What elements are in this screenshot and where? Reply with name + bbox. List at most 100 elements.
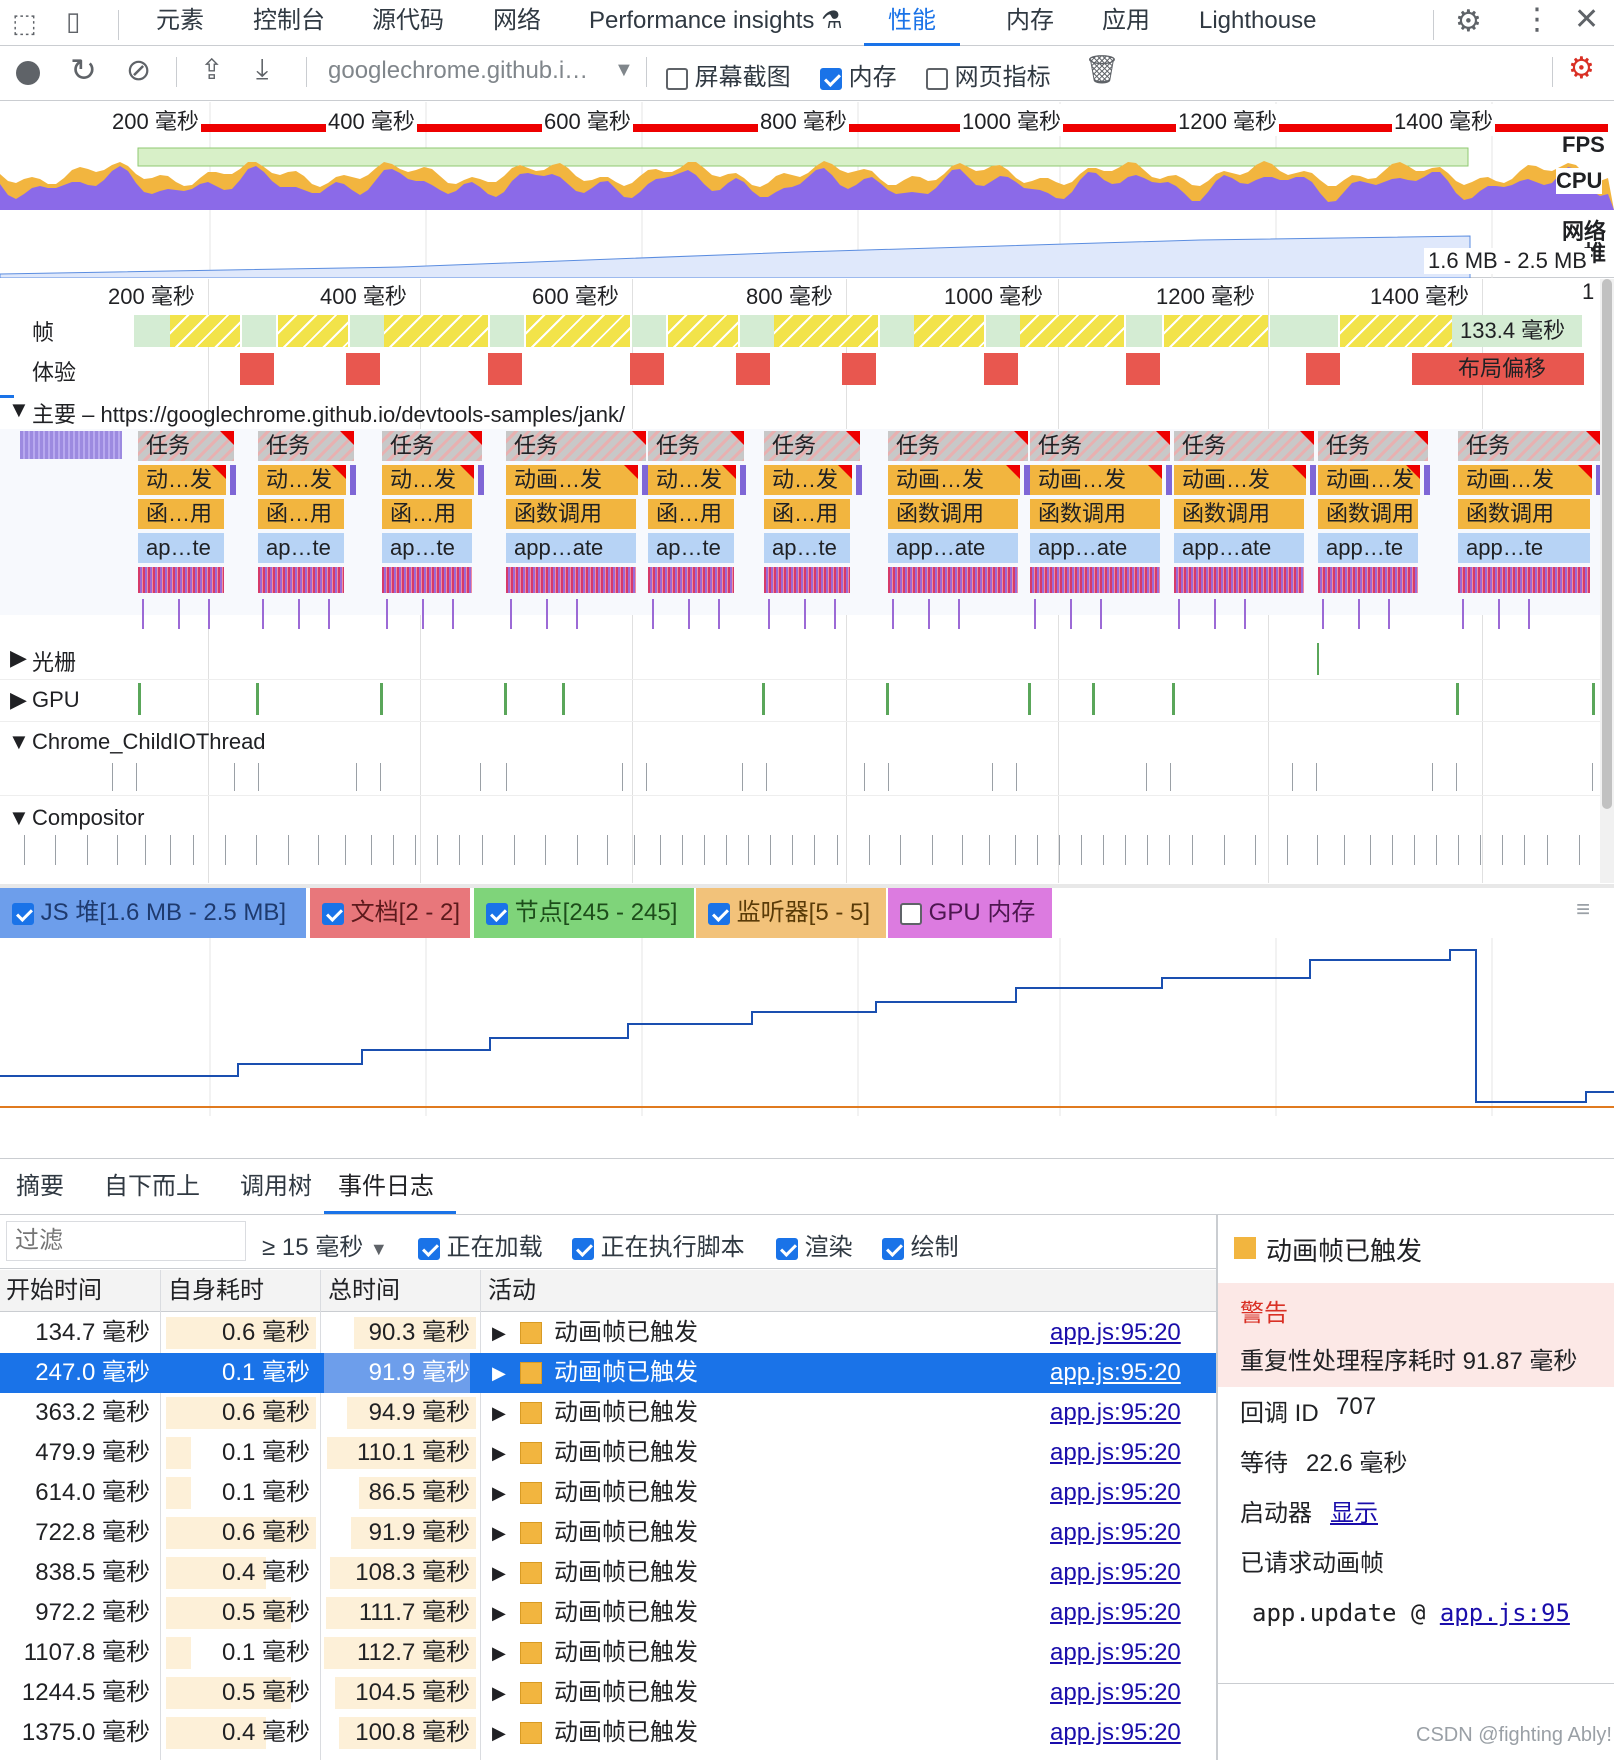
- tab-elements[interactable]: 元素: [156, 0, 204, 46]
- table-row[interactable]: 614.0 毫秒 0.1 毫秒 86.5 毫秒 ▶ 动画帧已触发 app.js:95:20: [0, 1473, 1216, 1513]
- tab-summary[interactable]: 摘要: [16, 1166, 64, 1201]
- compositor-event[interactable]: [932, 835, 933, 865]
- function-call-block[interactable]: 函…用: [382, 499, 472, 529]
- io-event[interactable]: [992, 763, 993, 791]
- animation-frame-fired-block[interactable]: 动画…发: [1318, 465, 1420, 495]
- js-call-stripes[interactable]: [1318, 567, 1418, 593]
- gpu-event[interactable]: [256, 683, 259, 715]
- frame-block[interactable]: [526, 315, 630, 347]
- layout-shift-marker[interactable]: [240, 353, 274, 385]
- io-event[interactable]: [1146, 763, 1147, 791]
- frame-block[interactable]: [1340, 315, 1452, 347]
- table-row[interactable]: 722.8 毫秒 0.6 毫秒 91.9 毫秒 ▶ 动画帧已触发 app.js:95:20: [0, 1513, 1216, 1553]
- js-call-stripes[interactable]: [888, 567, 1018, 593]
- compositor-event[interactable]: [770, 835, 771, 865]
- compositor-event[interactable]: [145, 835, 146, 865]
- compositor-event[interactable]: [170, 835, 171, 865]
- task-block[interactable]: 任务: [1318, 431, 1428, 461]
- io-event[interactable]: [888, 763, 889, 791]
- io-event[interactable]: [258, 763, 259, 791]
- compositor-event[interactable]: [869, 835, 870, 865]
- memory-toggle[interactable]: 内存: [820, 57, 897, 92]
- rendering-filter[interactable]: 渲染: [776, 1227, 853, 1262]
- animation-frame-fired-block[interactable]: 动画…发: [506, 465, 638, 495]
- task-block[interactable]: 任务: [258, 431, 354, 461]
- frame-block[interactable]: [490, 315, 524, 347]
- layout-shift-marker[interactable]: [984, 353, 1018, 385]
- expand-arrow-icon[interactable]: ▶: [492, 1393, 506, 1433]
- compositor-event[interactable]: [1344, 835, 1345, 865]
- frame-block[interactable]: [774, 315, 878, 347]
- layout-shift-marker[interactable]: [488, 353, 522, 385]
- compositor-event[interactable]: [726, 835, 727, 865]
- compositor-expand-icon[interactable]: ▼: [8, 805, 30, 831]
- expand-arrow-icon[interactable]: ▶: [492, 1593, 506, 1633]
- table-row[interactable]: 1244.5 毫秒 0.5 毫秒 104.5 毫秒 ▶ 动画帧已触发 app.js:95:…: [0, 1673, 1216, 1713]
- js-call-stripes[interactable]: [764, 567, 850, 593]
- layout-shift-marker[interactable]: [1306, 353, 1340, 385]
- app-update-block[interactable]: ap…te: [258, 533, 344, 563]
- idle-task[interactable]: [20, 431, 122, 459]
- io-event[interactable]: [1456, 763, 1457, 791]
- gpu-event[interactable]: [138, 683, 141, 715]
- gpu-event[interactable]: [1456, 683, 1459, 715]
- compositor-event[interactable]: [55, 835, 56, 865]
- gpu-event[interactable]: [1592, 683, 1595, 715]
- compositor-event[interactable]: [1524, 835, 1525, 865]
- io-event[interactable]: [1432, 763, 1433, 791]
- io-event[interactable]: [742, 763, 743, 791]
- legend-js-heap[interactable]: JS 堆[1.6 MB - 2.5 MB]: [0, 888, 306, 938]
- expand-arrow-icon[interactable]: ▶: [492, 1513, 506, 1553]
- compositor-event[interactable]: [225, 835, 226, 865]
- source-link[interactable]: app.js:95:20: [1050, 1313, 1181, 1353]
- expand-arrow-icon[interactable]: ▶: [492, 1353, 506, 1393]
- compositor-event[interactable]: [1287, 835, 1288, 865]
- expand-arrow-icon[interactable]: ▶: [492, 1313, 506, 1353]
- io-event[interactable]: [1292, 763, 1293, 791]
- compositor-event[interactable]: [1037, 835, 1038, 865]
- compositor-event[interactable]: [989, 835, 990, 865]
- function-call-block[interactable]: 函…用: [138, 499, 224, 529]
- compositor-event[interactable]: [437, 835, 438, 865]
- compositor-event[interactable]: [1059, 835, 1060, 865]
- source-link[interactable]: app.js:95:20: [1050, 1393, 1181, 1433]
- legend-nodes[interactable]: 节点[245 - 245]: [474, 888, 694, 938]
- function-call-block[interactable]: 函…用: [764, 499, 850, 529]
- expand-arrow-icon[interactable]: ▶: [492, 1713, 506, 1753]
- col-start-time[interactable]: 开始时间: [6, 1270, 102, 1310]
- table-row[interactable]: 972.2 毫秒 0.5 毫秒 111.7 毫秒 ▶ 动画帧已触发 app.js:95:2…: [0, 1593, 1216, 1633]
- capture-settings-gear-icon[interactable]: ⚙: [1568, 51, 1595, 86]
- animation-frame-fired-block[interactable]: 动…发: [648, 465, 736, 495]
- app-update-block[interactable]: app…te: [1318, 533, 1418, 563]
- gpu-expand-icon[interactable]: ▶: [10, 687, 27, 713]
- io-event[interactable]: [234, 763, 235, 791]
- io-event[interactable]: [766, 763, 767, 791]
- compositor-event[interactable]: [459, 835, 460, 865]
- screenshots-toggle[interactable]: 屏幕截图: [666, 57, 791, 92]
- compositor-event[interactable]: [1436, 835, 1437, 865]
- compositor-event[interactable]: [1458, 835, 1459, 865]
- expand-arrow-icon[interactable]: ▶: [492, 1473, 506, 1513]
- task-block[interactable]: 任务: [764, 431, 860, 461]
- compositor-event[interactable]: [256, 835, 257, 865]
- expand-arrow-icon[interactable]: ▶: [492, 1553, 506, 1593]
- compositor-event[interactable]: [1147, 835, 1148, 865]
- io-event[interactable]: [1016, 763, 1017, 791]
- compositor-event[interactable]: [24, 835, 25, 865]
- frame-time[interactable]: 133.4 毫秒: [1452, 315, 1582, 347]
- layout-shift[interactable]: 布局偏移: [1412, 353, 1584, 385]
- source-link[interactable]: app.js:95:20: [1050, 1633, 1181, 1673]
- compositor-event[interactable]: [393, 835, 394, 865]
- animation-frame-fired-block[interactable]: 动…发: [258, 465, 346, 495]
- legend-gpu-memory[interactable]: GPU 内存: [888, 888, 1052, 938]
- io-event[interactable]: [1592, 763, 1593, 791]
- compositor-event[interactable]: [814, 835, 815, 865]
- compositor-event[interactable]: [117, 835, 118, 865]
- compositor-event[interactable]: [1224, 835, 1225, 865]
- frame-block[interactable]: [632, 315, 666, 347]
- clear-icon[interactable]: ⊘: [126, 53, 151, 88]
- upload-icon[interactable]: ⇪: [200, 53, 223, 86]
- table-row[interactable]: 838.5 毫秒 0.4 毫秒 108.3 毫秒 ▶ 动画帧已触发 app.js:95:2…: [0, 1553, 1216, 1593]
- app-update-block[interactable]: app…ate: [506, 533, 636, 563]
- source-link[interactable]: app.js:95:20: [1050, 1513, 1181, 1553]
